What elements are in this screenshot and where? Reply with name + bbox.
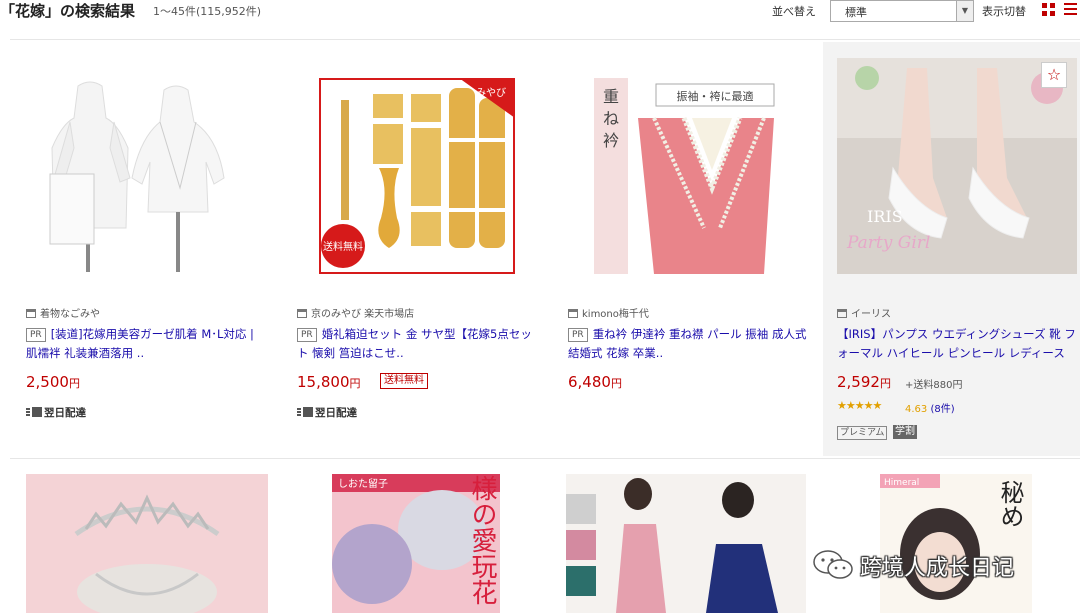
product-image[interactable]: IRIS Party Girl [837,58,1077,274]
sort-select[interactable]: 標準 ▼ [830,0,974,22]
product-image-manga[interactable]: しおた留子 公爵様の愛玩花 [332,474,500,613]
product-name-link[interactable]: PR 婚礼箱迫セット 金 サヤ型【花嫁5点セット 懐剣 筥迫はこせ.. [297,325,537,363]
product-card[interactable]: みやび 送料無料 京のみやび 楽天市場店 PR 婚礼箱迫セット 金 サヤ型【花嫁5… [281,42,551,456]
shop-icon [568,309,578,318]
shop-icon [837,309,847,318]
next-day-delivery: 翌日配達 [297,405,357,420]
image-banner: 振袖・袴に最適 [677,89,754,103]
product-card[interactable]: IRIS Party Girl ☆ イーリス 【IRIS】パンプス ウエディング… [823,42,1080,456]
watermark: 跨境人成长日记 [812,548,1014,584]
pr-badge: PR [297,328,317,342]
next-day-delivery: 翌日配達 [26,405,86,420]
shop-name[interactable]: イーリス [837,305,891,320]
list-view-icon[interactable] [1064,3,1077,16]
shop-icon [26,309,36,318]
image-tag-bottom: 送料無料 [323,240,363,253]
rating-value[interactable]: 4.63 (8件) [905,400,955,415]
product-price: 6,480円 [568,373,622,391]
header-divider [10,39,1080,40]
product-card[interactable]: 重ね衿 振袖・袴に最適 kimono梅千代 PR 重ね衿 伊達衿 重ね襟 パール … [552,42,822,456]
delivery-truck-icon [26,407,42,417]
manga-title: 公爵様の愛玩花 [467,474,497,605]
product-image-dresses[interactable] [566,474,806,613]
product-name-link[interactable]: 【IRIS】パンプス ウエディングシューズ 靴 フォーマル ハイヒール ピンヒー… [837,325,1077,363]
grid-view-icon[interactable] [1042,3,1055,16]
student-discount-badge: 学割 [893,425,917,439]
product-image-tiara[interactable] [26,474,268,613]
product-image[interactable]: みやび 送料無料 [319,78,515,274]
sort-select-value: 標準 [845,6,867,19]
shop-name[interactable]: 着物なごみや [26,305,100,320]
product-card[interactable]: 着物なごみや PR [装道]花嫁用美容ガーゼ肌着 M･L対応 | 肌襦袢 礼装兼酒… [10,42,280,456]
manga-author: しおた留子 [338,477,388,490]
product-image-manga[interactable]: Himeral 秘め [880,474,1032,613]
free-shipping-badge: 送料無料 [380,373,428,389]
chevron-down-icon[interactable]: ▼ [956,1,973,21]
image-brand: IRIS [867,207,903,226]
pr-badge: PR [26,328,46,342]
delivery-truck-icon [297,407,313,417]
product-name-link[interactable]: PR [装道]花嫁用美容ガーゼ肌着 M･L対応 | 肌襦袢 礼装兼酒落用 .. [26,325,266,363]
image-vertical-text: 重ね衿 [603,87,619,150]
shop-icon [297,309,307,318]
product-price: 15,800円 [297,373,361,391]
wechat-icon [813,550,853,579]
favorite-star-icon[interactable]: ☆ [1041,62,1067,88]
product-image[interactable]: 重ね衿 振袖・袴に最適 [594,78,780,274]
results-header: 「花嫁」の検索結果 1～45件(115,952件) 並べ替え 標準 ▼ 表示切替 [0,0,1080,26]
shop-name[interactable]: kimono梅千代 [568,305,649,320]
product-image[interactable] [48,78,228,274]
shipping-fee: +送料880円 [905,380,963,391]
view-toggle-label: 表示切替 [982,5,1026,18]
image-script: Party Girl [846,233,930,253]
page-title: 「花嫁」の検索結果 [0,2,136,20]
row-divider [10,458,1080,459]
pr-badge: PR [568,328,588,342]
premium-badge: プレミアム [837,426,888,440]
product-price: 2,500円 [26,373,80,391]
product-name-link[interactable]: PR 重ね衿 伊達衿 重ね襟 パール 振袖 成人式 結婚式 花嫁 卒業.. [568,325,808,363]
manga-title: 秘め [996,480,1024,528]
watermark-text: 跨境人成长日记 [860,556,1015,581]
shop-name[interactable]: 京のみやび 楽天市場店 [297,305,414,320]
manga-label: Himeral [884,478,919,488]
search-results-page: 「花嫁」の検索結果 1～45件(115,952件) 並べ替え 標準 ▼ 表示切替 [0,0,1080,613]
rating-stars-icon: ★★★★★ [837,399,882,412]
result-count: 1～45件(115,952件) [153,5,262,18]
sort-label: 並べ替え [772,5,816,18]
image-tag-top: みやび [476,87,506,99]
product-price: 2,592円 [837,373,891,391]
